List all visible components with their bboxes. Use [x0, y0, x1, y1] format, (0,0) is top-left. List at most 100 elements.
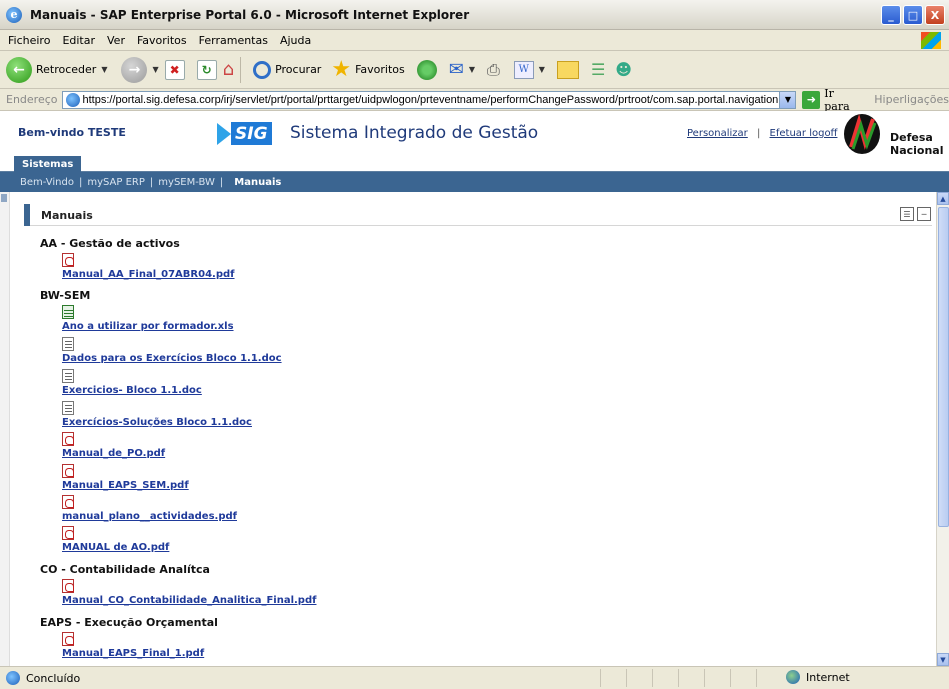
nav-item-mysem-bw[interactable]: mySEM-BW [158, 177, 215, 188]
file-link[interactable]: Manual_EAPS_SEM.pdf [62, 480, 189, 491]
status-bar: Concluído Internet [0, 666, 949, 689]
nav-separator: | [78, 176, 83, 188]
menu-help[interactable]: Ajuda [280, 34, 311, 47]
file-link[interactable]: Exercicios- Bloco 1.1.doc [62, 385, 202, 396]
iview-header: Manuais ☰ ─ [24, 204, 932, 226]
edit-dropdown-icon[interactable]: ▼ [539, 65, 545, 74]
vertical-scrollbar[interactable]: ▲ ▼ [936, 192, 949, 666]
media-icon[interactable] [416, 59, 437, 80]
address-bar: Endereço https://portal.sig.defesa.corp/… [0, 87, 949, 113]
folder-icon[interactable] [556, 60, 579, 79]
menu-view[interactable]: Ver [107, 34, 125, 47]
refresh-icon[interactable]: ↻ [196, 59, 217, 80]
top-level-tabs: Sistemas [0, 156, 949, 173]
menu-favorites[interactable]: Favoritos [137, 34, 187, 47]
iview-header-accent [24, 204, 30, 226]
window-title: Manuais - SAP Enterprise Portal 6.0 - Mi… [30, 7, 470, 22]
file-link[interactable]: Manual_EAPS_Final_1.pdf [62, 648, 204, 659]
file-link[interactable]: Manual_CO_Contabilidade_Analitica_Final.… [62, 595, 316, 606]
nav-separator: | [219, 176, 224, 188]
file-link[interactable]: Exercícios-Soluções Bloco 1.1.doc [62, 417, 252, 428]
page-icon [65, 92, 80, 107]
status-panel [704, 669, 730, 687]
back-dropdown-icon[interactable]: ▼ [101, 65, 107, 74]
security-zone: Internet [786, 670, 850, 684]
page-status-icon [6, 671, 20, 685]
iview-menu-icon[interactable]: ☰ [900, 207, 914, 221]
nav-item-manuais[interactable]: Manuais [234, 177, 281, 188]
pdf-icon [62, 579, 74, 593]
address-url[interactable]: https://portal.sig.defesa.corp/irj/servl… [83, 94, 796, 106]
minimize-button[interactable]: _ [881, 5, 901, 25]
links-label[interactable]: Hiperligações [874, 93, 949, 106]
address-label: Endereço [6, 93, 58, 106]
status-panel [678, 669, 704, 687]
print-icon[interactable]: ⎙ [487, 60, 500, 80]
maximize-button[interactable]: □ [903, 5, 923, 25]
logoff-link[interactable]: Efetuar logoff [770, 128, 838, 139]
scroll-thumb[interactable] [938, 207, 949, 527]
internet-globe-icon [786, 670, 800, 684]
nav-item-bem-vindo[interactable]: Bem-Vindo [20, 177, 74, 188]
pdf-icon [62, 526, 74, 540]
status-text: Concluído [26, 671, 81, 685]
status-panel [600, 669, 626, 687]
sig-logo-text: SIG [231, 122, 272, 145]
pdf-icon [62, 495, 74, 509]
sig-logo: SIG [217, 121, 277, 146]
mail-dropdown-icon[interactable]: ▼ [469, 65, 475, 74]
status-panels [600, 669, 782, 687]
menu-tools[interactable]: Ferramentas [199, 34, 268, 47]
section-title: CO - Contabilidade Analítca [40, 563, 210, 576]
file-link[interactable]: manual_plano__actividades.pdf [62, 511, 237, 522]
iview-minimize-icon[interactable]: ─ [917, 207, 931, 221]
edit-word-icon[interactable]: W [513, 60, 534, 79]
defesa-nacional-logo-icon [844, 113, 880, 154]
close-button[interactable]: X [925, 5, 945, 25]
messenger-icon[interactable]: ☻ [615, 60, 632, 79]
nav-item-mysap-erp[interactable]: mySAP ERP [87, 177, 145, 188]
document-icon [62, 401, 74, 415]
research-icon[interactable]: ☰ [591, 60, 605, 79]
address-dropdown-icon[interactable]: ▼ [779, 91, 796, 108]
forward-arrow-icon[interactable]: → [121, 56, 148, 83]
back-arrow-icon[interactable]: ← [6, 56, 32, 83]
favorites-button-label[interactable]: Favoritos [355, 63, 405, 76]
forward-dropdown-icon[interactable]: ▼ [152, 65, 158, 74]
org-name-line1: Defesa [890, 131, 933, 144]
file-link[interactable]: Ano a utilizar por formador.xls [62, 321, 234, 332]
panel-marker-icon [1, 194, 7, 202]
file-link[interactable]: Dados para os Exercícios Bloco 1.1.doc [62, 353, 282, 364]
home-icon[interactable]: ⌂ [223, 59, 234, 80]
status-panel [626, 669, 652, 687]
mail-icon[interactable]: ✉ [449, 59, 464, 80]
favorites-star-icon[interactable]: ★ [331, 57, 351, 82]
personalize-link[interactable]: Personalizar [687, 128, 748, 139]
nav-separator: | [149, 176, 154, 188]
toolbar: ← Retroceder ▼ → ▼ ✖ ↻ ⌂ Procurar ★ Favo… [0, 51, 949, 89]
portal-page: Bem-vindo TESTE SIG Sistema Integrado de… [0, 111, 949, 666]
search-button-label[interactable]: Procurar [275, 63, 321, 76]
tab-sistemas[interactable]: Sistemas [14, 156, 82, 173]
system-title: Sistema Integrado de Gestão [290, 123, 539, 143]
search-icon[interactable] [253, 60, 272, 79]
file-link[interactable]: Manual_AA_Final_07ABR04.pdf [62, 269, 235, 280]
go-arrow-icon[interactable]: ➜ [802, 90, 821, 109]
back-button-label[interactable]: Retroceder [36, 63, 96, 76]
file-link[interactable]: MANUAL de AO.pdf [62, 542, 169, 553]
navigation-panel-toggle[interactable] [0, 192, 10, 666]
pdf-icon [62, 253, 74, 267]
ie-icon: e [6, 6, 22, 23]
address-input[interactable]: https://portal.sig.defesa.corp/irj/servl… [61, 90, 797, 109]
file-link[interactable]: Manual_de_PO.pdf [62, 448, 165, 459]
menu-edit[interactable]: Editar [62, 34, 95, 47]
scroll-up-icon[interactable]: ▲ [937, 192, 949, 205]
windows-logo-icon [921, 32, 941, 49]
go-button-label[interactable]: Ir para [824, 87, 862, 113]
toolbar-divider [240, 56, 242, 83]
menu-file[interactable]: Ficheiro [8, 34, 50, 47]
scroll-down-icon[interactable]: ▼ [937, 653, 949, 666]
detailed-navigation: Bem-Vindo | mySAP ERP | mySEM-BW | Manua… [0, 172, 949, 192]
stop-icon[interactable]: ✖ [164, 59, 185, 80]
welcome-text: Bem-vindo TESTE [18, 126, 126, 139]
